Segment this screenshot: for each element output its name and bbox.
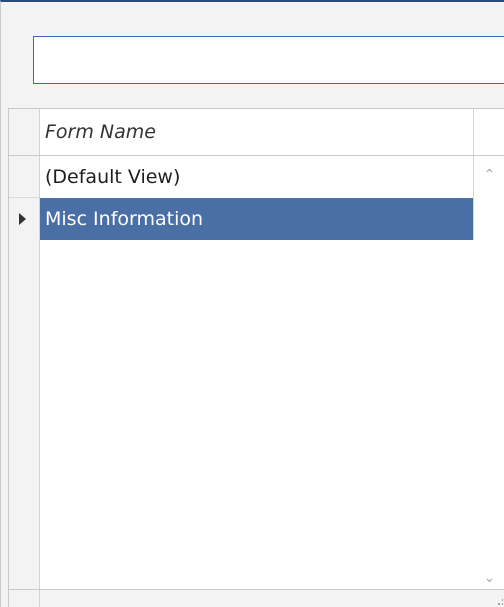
footer-indicator-cell <box>9 590 40 607</box>
grid-footer <box>9 589 504 607</box>
header-corner <box>474 109 504 155</box>
current-row-arrow-icon <box>19 213 26 225</box>
form-name-cell[interactable]: Misc Information <box>40 198 474 240</box>
header-indicator-cell <box>9 109 40 155</box>
form-name-cell[interactable]: (Default View) <box>40 156 474 198</box>
chevron-up-icon[interactable]: ⌃ <box>474 160 504 190</box>
grid-header: Form Name <box>9 109 504 156</box>
table-row[interactable]: (Default View) <box>9 156 474 198</box>
table-row[interactable]: Misc Information <box>9 198 474 240</box>
row-indicator[interactable] <box>9 156 40 198</box>
search-area <box>1 2 504 108</box>
vertical-scrollbar[interactable]: ⌃ ⌄ <box>474 156 504 597</box>
form-picker-popup: Form Name (Default View) Misc Informatio… <box>0 0 504 607</box>
grid-body: (Default View) Misc Information ⌃ ⌄ <box>9 156 504 597</box>
search-input[interactable] <box>33 36 504 84</box>
resize-grip-icon[interactable] <box>493 598 503 607</box>
row-indicator-column <box>9 240 40 597</box>
row-indicator[interactable] <box>9 198 40 240</box>
column-header-form-name[interactable]: Form Name <box>40 109 474 155</box>
forms-grid: Form Name (Default View) Misc Informatio… <box>8 108 504 607</box>
